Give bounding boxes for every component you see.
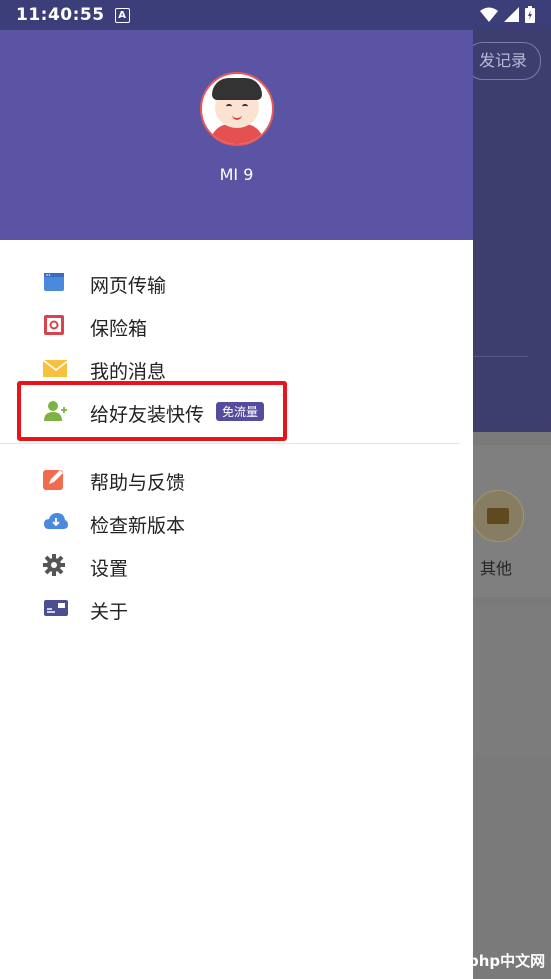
id-card-icon xyxy=(44,600,68,616)
safe-icon xyxy=(44,315,64,335)
edit-feedback-icon xyxy=(43,470,63,490)
menu-item-help-feedback[interactable]: 帮助与反馈 xyxy=(0,457,473,500)
background-other-label: 其他 xyxy=(480,559,513,578)
notification-a-icon: A xyxy=(114,7,130,23)
menu-item-label: 保险箱 xyxy=(90,318,148,340)
background-card-2 xyxy=(473,606,551,756)
background-header xyxy=(473,30,551,432)
menu-item-safe-box[interactable]: 保险箱 xyxy=(0,303,473,346)
wifi-icon xyxy=(480,7,498,22)
signal-icon xyxy=(504,7,519,22)
gear-icon xyxy=(43,554,65,576)
watermark: php中文网 xyxy=(468,952,546,970)
mail-icon xyxy=(42,359,67,377)
avatar-eye xyxy=(242,104,248,109)
status-time: 11:40:55 xyxy=(16,5,105,25)
menu-item-web-transfer[interactable]: 网页传输 xyxy=(0,260,473,303)
avatar-hair xyxy=(212,78,262,100)
menu-item-label: 关于 xyxy=(90,601,129,623)
avatar[interactable] xyxy=(200,72,274,146)
highlight-box xyxy=(17,381,287,441)
browser-icon xyxy=(44,273,64,291)
battery-icon xyxy=(525,6,535,23)
cloud-download-icon xyxy=(44,513,68,529)
background-folder-button xyxy=(472,490,524,542)
folder-icon xyxy=(487,508,509,524)
avatar-eye xyxy=(226,104,232,109)
status-icons xyxy=(480,6,535,23)
menu-item-label: 帮助与反馈 xyxy=(90,472,186,494)
menu-item-check-update[interactable]: 检查新版本 xyxy=(0,500,473,543)
navigation-drawer: MI 9 网页传输 保险箱 我的消息 给好友装快传 免流量 帮助与反馈 检查新版… xyxy=(0,30,473,979)
status-bar: 11:40:55 A xyxy=(0,0,551,30)
menu-item-label: 网页传输 xyxy=(90,275,167,297)
drawer-header: MI 9 xyxy=(0,30,473,240)
menu-item-settings[interactable]: 设置 xyxy=(0,543,473,586)
menu-item-about[interactable]: 关于 xyxy=(0,586,473,629)
device-name: MI 9 xyxy=(219,165,254,184)
menu-item-label: 检查新版本 xyxy=(90,515,186,537)
menu-item-label: 我的消息 xyxy=(90,361,167,383)
background-divider xyxy=(473,356,528,357)
drawer-menu: 网页传输 保险箱 我的消息 给好友装快传 免流量 帮助与反馈 检查新版本 设置 xyxy=(0,260,473,629)
menu-item-label: 设置 xyxy=(90,558,129,580)
background-send-record-button: 发记录 xyxy=(465,42,541,80)
menu-divider xyxy=(0,443,460,444)
